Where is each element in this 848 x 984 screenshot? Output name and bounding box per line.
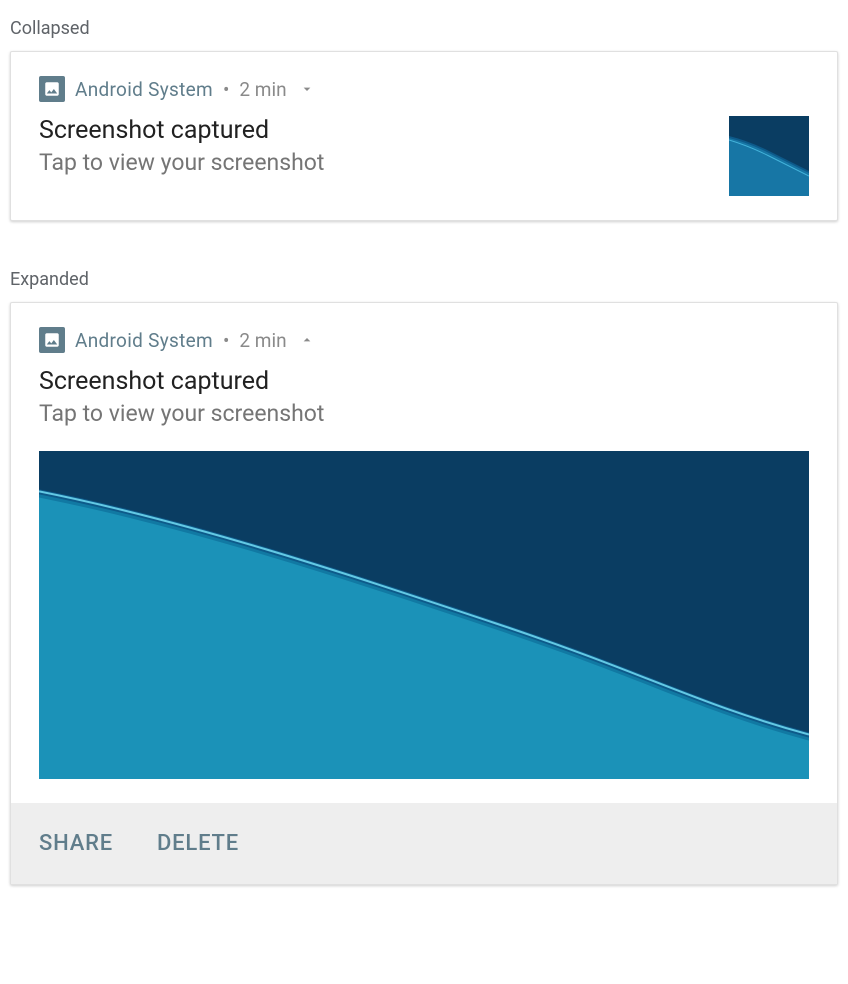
- notification-title: Screenshot captured: [39, 367, 809, 396]
- section-label-expanded: Expanded: [10, 269, 838, 290]
- separator-dot: •: [223, 78, 229, 101]
- delete-button[interactable]: DELETE: [157, 831, 239, 856]
- screenshot-large-image: [39, 451, 809, 779]
- separator-dot: •: [223, 329, 229, 352]
- timestamp: 2 min: [239, 78, 286, 101]
- notification-card-expanded[interactable]: Android System • 2 min Screenshot captur…: [10, 302, 838, 885]
- chevron-down-icon[interactable]: [297, 79, 317, 99]
- notification-subtitle: Tap to view your screenshot: [39, 400, 809, 427]
- app-name: Android System: [75, 329, 213, 352]
- picture-icon: [39, 327, 65, 353]
- notification-subtitle: Tap to view your screenshot: [39, 149, 709, 176]
- notification-actions: SHARE DELETE: [11, 803, 837, 884]
- screenshot-thumbnail: [729, 116, 809, 196]
- notification-header: Android System • 2 min: [39, 76, 809, 102]
- notification-title: Screenshot captured: [39, 116, 709, 145]
- section-label-collapsed: Collapsed: [10, 18, 838, 39]
- notification-header: Android System • 2 min: [39, 327, 809, 353]
- app-name: Android System: [75, 78, 213, 101]
- timestamp: 2 min: [239, 329, 286, 352]
- notification-card-collapsed[interactable]: Android System • 2 min Screenshot captur…: [10, 51, 838, 221]
- share-button[interactable]: SHARE: [39, 831, 113, 856]
- chevron-up-icon[interactable]: [297, 330, 317, 350]
- picture-icon: [39, 76, 65, 102]
